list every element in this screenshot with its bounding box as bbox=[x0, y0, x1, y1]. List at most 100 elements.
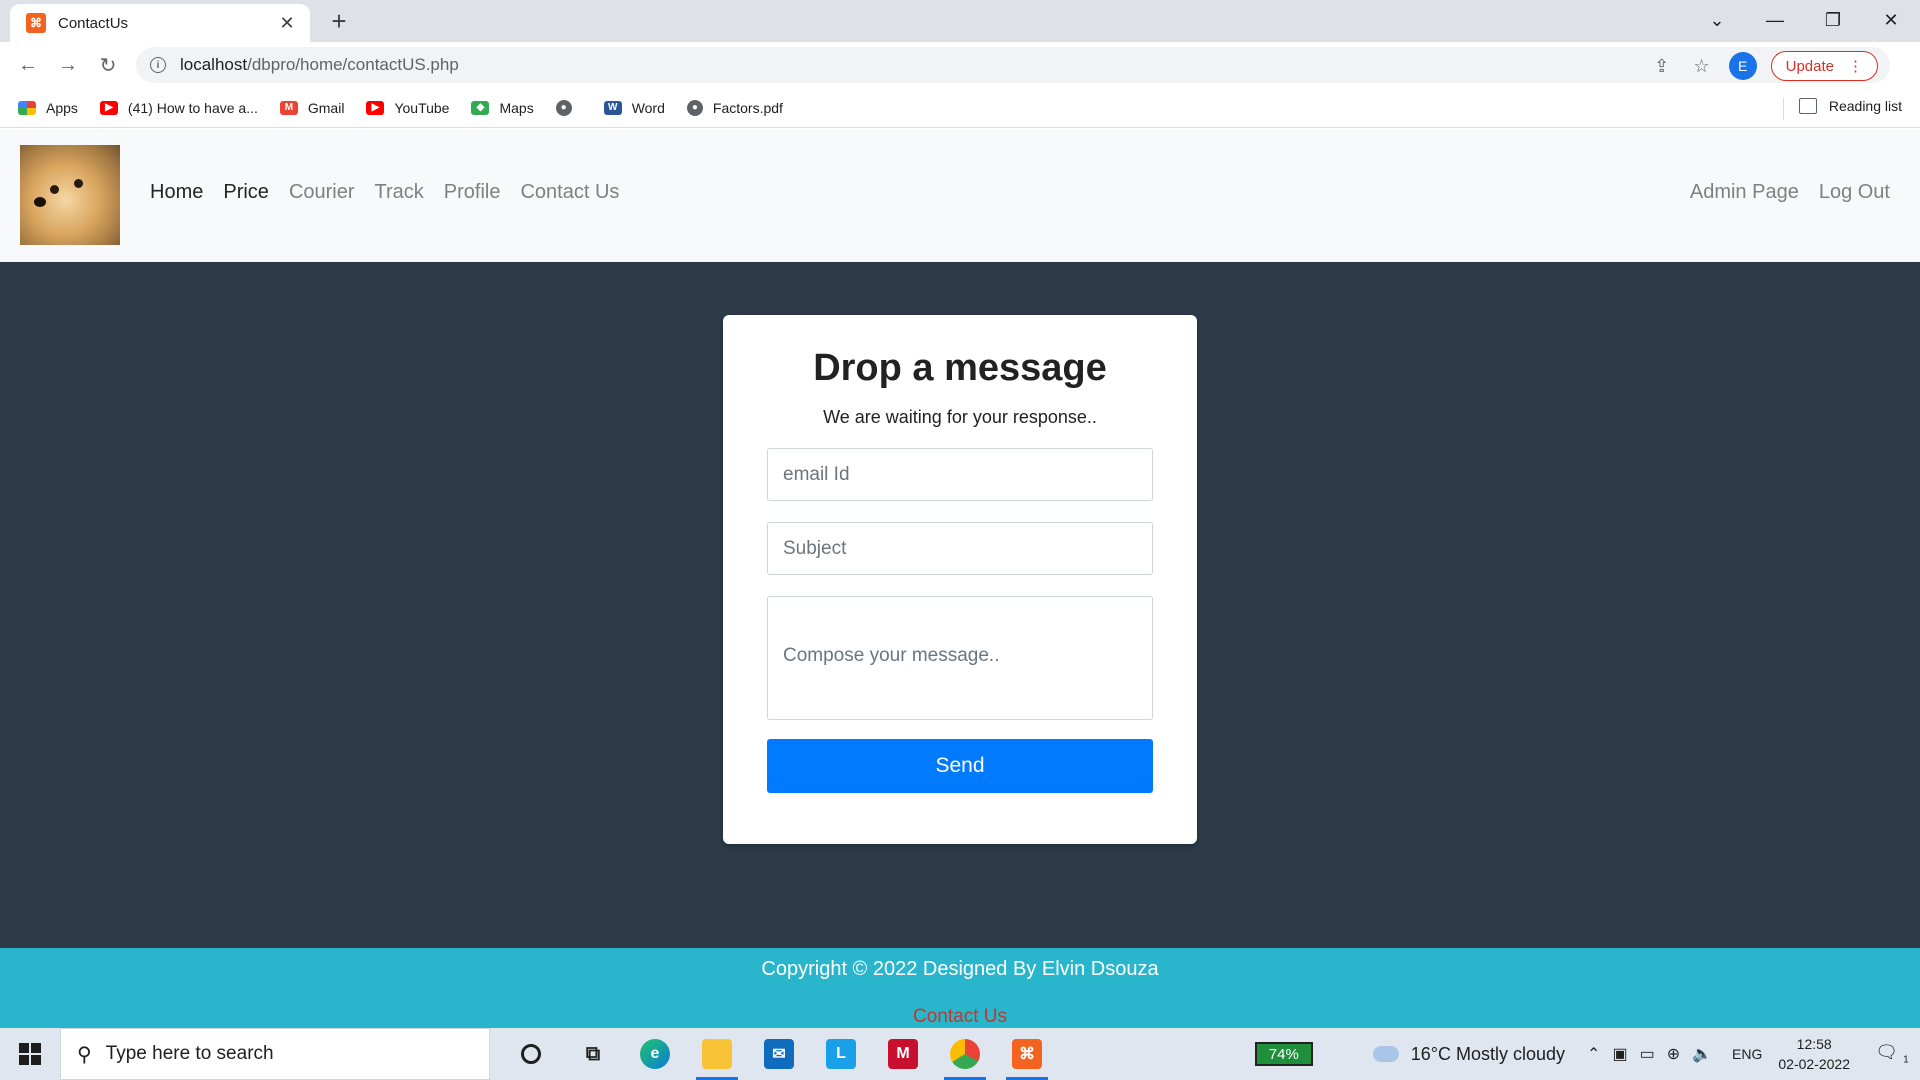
edge-icon: e bbox=[640, 1039, 670, 1069]
url-host: localhost bbox=[180, 55, 248, 74]
nav-courier[interactable]: Courier bbox=[289, 181, 355, 204]
battery-icon[interactable]: ▭ bbox=[1640, 1044, 1655, 1064]
address-bar[interactable]: i localhost/dbpro/home/contactUS.php ⇪ ☆… bbox=[136, 47, 1890, 83]
bookmark-label: Apps bbox=[46, 99, 78, 116]
update-label: Update bbox=[1785, 57, 1834, 75]
tab-title: ContactUs bbox=[58, 14, 129, 32]
windows-taskbar: ⚲ Type here to search ⧉ e ✉ L M ⌘ 74% 16… bbox=[0, 1028, 1920, 1080]
reading-list-icon bbox=[1798, 98, 1817, 114]
xampp-app[interactable]: ⌘ bbox=[996, 1028, 1058, 1080]
bookmark-label: (41) How to have a... bbox=[127, 99, 258, 116]
task-view-button[interactable]: ⧉ bbox=[562, 1028, 624, 1080]
bookmark-globe[interactable]: ● bbox=[555, 99, 582, 116]
bookmark-maps[interactable]: ◆ Maps bbox=[471, 99, 534, 116]
nav-log-out[interactable]: Log Out bbox=[1819, 181, 1890, 204]
nav-home[interactable]: Home bbox=[150, 181, 203, 204]
bookmark-label: Maps bbox=[499, 99, 534, 116]
nav-admin-page[interactable]: Admin Page bbox=[1690, 181, 1799, 204]
site-navbar: Home Price Courier Track Profile Contact… bbox=[0, 129, 1920, 262]
battery-indicator[interactable]: 74% bbox=[1254, 1042, 1313, 1066]
bookmark-label: Word bbox=[631, 99, 665, 116]
main-content: Drop a message We are waiting for your r… bbox=[0, 262, 1920, 948]
logo-eye bbox=[50, 185, 59, 194]
nav-price[interactable]: Price bbox=[223, 181, 269, 204]
logo-eye bbox=[74, 179, 83, 188]
browser-toolbar: ← → ↻ i localhost/dbpro/home/contactUS.p… bbox=[0, 42, 1920, 88]
nav-track[interactable]: Track bbox=[375, 181, 424, 204]
logo-nose bbox=[34, 197, 46, 207]
doge-logo[interactable] bbox=[20, 145, 120, 245]
update-button[interactable]: Update ⋮ bbox=[1770, 51, 1878, 81]
bookmark-gmail[interactable]: M Gmail bbox=[279, 100, 344, 116]
menu-kebab-icon: ⋮ bbox=[1848, 58, 1863, 75]
mcafee-app[interactable]: M bbox=[872, 1028, 934, 1080]
word-icon: W bbox=[603, 100, 622, 115]
volume-icon[interactable]: 🔈 bbox=[1692, 1044, 1712, 1064]
bookmark-youtube[interactable]: ▶ YouTube bbox=[366, 100, 449, 116]
forward-icon[interactable]: → bbox=[48, 54, 88, 77]
close-window-icon[interactable]: ✕ bbox=[1862, 0, 1920, 40]
meet-icon[interactable]: ▣ bbox=[1612, 1044, 1627, 1064]
bookmark-youtube-video[interactable]: ▶ (41) How to have a... bbox=[99, 99, 258, 116]
share-icon[interactable]: ⇪ bbox=[1649, 56, 1675, 77]
profile-avatar[interactable]: E bbox=[1728, 52, 1757, 80]
minimize-icon[interactable]: — bbox=[1746, 0, 1804, 40]
bookmark-label: YouTube bbox=[394, 99, 450, 116]
start-button[interactable] bbox=[0, 1028, 60, 1080]
notification-center-button[interactable]: 🗨 1 bbox=[1872, 1042, 1912, 1066]
globe-icon: ● bbox=[686, 99, 703, 116]
clock-date: 02-02-2022 bbox=[1778, 1056, 1850, 1072]
globe-icon: ● bbox=[555, 99, 572, 116]
language-indicator[interactable]: ENG bbox=[1732, 1046, 1762, 1062]
mail-app[interactable]: ✉ bbox=[748, 1028, 810, 1080]
cortana-button[interactable] bbox=[500, 1028, 562, 1080]
bookmark-star-icon[interactable]: ☆ bbox=[1689, 56, 1715, 77]
email-field[interactable] bbox=[767, 448, 1153, 501]
mcafee-shield-icon: M bbox=[888, 1039, 918, 1069]
new-tab-button[interactable]: + bbox=[324, 8, 354, 34]
file-explorer-app[interactable] bbox=[686, 1028, 748, 1080]
browser-tab[interactable]: ⌘ ContactUs ✕ bbox=[10, 4, 310, 42]
network-globe-icon[interactable]: ⊕ bbox=[1667, 1044, 1680, 1064]
youtube-icon: ▶ bbox=[99, 100, 118, 115]
contact-form-card: Drop a message We are waiting for your r… bbox=[723, 315, 1197, 844]
system-tray: 74% 16°C Mostly cloudy ⌃ ▣ ▭ ⊕ 🔈 ENG 12:… bbox=[1254, 1028, 1920, 1080]
browser-tab-strip: ⌘ ContactUs ✕ + ⌄ — ❐ ✕ bbox=[0, 0, 1920, 42]
close-tab-icon[interactable]: ✕ bbox=[276, 13, 298, 34]
back-icon[interactable]: ← bbox=[8, 54, 48, 77]
chrome-app[interactable] bbox=[934, 1028, 996, 1080]
notification-count: 1 bbox=[1903, 1054, 1909, 1066]
footer-copyright: Copyright © 2022 Designed By Elvin Dsouz… bbox=[761, 958, 1159, 980]
nav-profile[interactable]: Profile bbox=[444, 181, 501, 204]
site-info-icon[interactable]: i bbox=[150, 57, 166, 73]
taskbar-search[interactable]: ⚲ Type here to search bbox=[60, 1028, 490, 1080]
nav-links-right: Admin Page Log Out bbox=[1690, 181, 1890, 204]
youtube-icon: ▶ bbox=[366, 100, 385, 115]
l-app[interactable]: L bbox=[810, 1028, 872, 1080]
message-textarea[interactable] bbox=[767, 596, 1153, 720]
edge-app[interactable]: e bbox=[624, 1028, 686, 1080]
xampp-icon: ⌘ bbox=[1012, 1039, 1042, 1069]
task-view-icon: ⧉ bbox=[585, 1042, 601, 1065]
cloud-icon bbox=[1372, 1046, 1399, 1062]
bookmark-word[interactable]: W Word bbox=[603, 99, 665, 116]
send-button[interactable]: Send bbox=[767, 739, 1153, 793]
weather-widget[interactable]: 16°C Mostly cloudy bbox=[1372, 1043, 1566, 1065]
url-path: /dbpro/home/contactUS.php bbox=[247, 55, 459, 74]
restore-icon[interactable]: ❐ bbox=[1804, 0, 1862, 40]
reload-icon[interactable]: ↻ bbox=[88, 53, 128, 78]
clock[interactable]: 12:58 02-02-2022 bbox=[1778, 1034, 1850, 1074]
chevron-up-icon[interactable]: ⌃ bbox=[1587, 1044, 1600, 1064]
weather-text: 16°C Mostly cloudy bbox=[1410, 1043, 1566, 1064]
gmail-icon: M bbox=[279, 100, 298, 115]
windows-logo-icon bbox=[19, 1043, 41, 1065]
tab-search-icon[interactable]: ⌄ bbox=[1688, 0, 1746, 40]
nav-contact-us[interactable]: Contact Us bbox=[520, 181, 619, 204]
bookmark-apps[interactable]: Apps bbox=[18, 100, 78, 116]
footer-contact-link[interactable]: Contact Us bbox=[0, 1006, 1920, 1028]
reading-list-button[interactable]: Reading list bbox=[1798, 98, 1902, 114]
xampp-favicon-icon: ⌘ bbox=[26, 13, 46, 33]
subject-field[interactable] bbox=[767, 522, 1153, 575]
bookmark-factors-pdf[interactable]: ● Factors.pdf bbox=[686, 99, 783, 116]
window-controls: ⌄ — ❐ ✕ bbox=[1688, 0, 1920, 40]
